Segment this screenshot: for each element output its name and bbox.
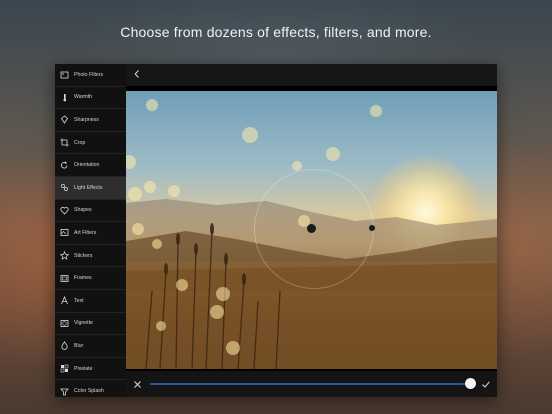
sidebar-item-frames[interactable]: Frames: [55, 267, 126, 290]
tools-sidebar: Photo Filters Warmth Sharpness Crop Orientat…: [55, 64, 126, 397]
sidebar-item-label: Crop: [74, 139, 86, 146]
light-effects-icon: [59, 183, 69, 193]
close-icon: [133, 380, 141, 388]
bokeh: [168, 185, 180, 197]
sidebar-item-label: Color Splash: [74, 388, 104, 395]
sidebar-item-label: Pixelate: [74, 365, 93, 372]
sidebar-item-text[interactable]: Text: [55, 290, 126, 313]
thermometer-icon: [59, 92, 69, 102]
art-filters-icon: [59, 228, 69, 238]
frame-icon: [59, 273, 69, 283]
diamond-icon: [59, 115, 69, 125]
bokeh: [144, 181, 156, 193]
sidebar-item-crop[interactable]: Crop: [55, 132, 126, 155]
sidebar-item-photo-filters[interactable]: Photo Filters: [55, 64, 126, 87]
top-bar: [126, 64, 497, 86]
star-icon: [59, 251, 69, 261]
light-effect-radius-handle[interactable]: [369, 225, 375, 231]
app-window: Photo Filters Warmth Sharpness Crop Orientat…: [55, 64, 497, 397]
bottom-bar: [126, 371, 497, 397]
crop-icon: [59, 138, 69, 148]
bokeh: [128, 187, 142, 201]
checkmark-icon: [482, 380, 490, 388]
bokeh: [226, 341, 240, 355]
drop-icon: [59, 341, 69, 351]
headline: Choose from dozens of effects, filters, …: [120, 24, 432, 40]
bokeh: [146, 99, 158, 111]
confirm-button[interactable]: [478, 376, 494, 392]
sidebar-item-vignette[interactable]: Vignette: [55, 313, 126, 336]
back-button[interactable]: [130, 67, 144, 81]
sidebar-item-sharpness[interactable]: Sharpness: [55, 109, 126, 132]
close-button[interactable]: [129, 376, 145, 392]
bokeh: [210, 305, 224, 319]
sidebar-item-label: Text: [74, 297, 84, 304]
sidebar-item-label: Warmth: [74, 94, 92, 101]
photo-filters-icon: [59, 70, 69, 80]
sidebar-item-color-splash[interactable]: Color Splash: [55, 380, 126, 397]
sidebar-item-stickers[interactable]: Stickers: [55, 245, 126, 268]
bokeh: [152, 239, 162, 249]
sidebar-item-label: Stickers: [74, 252, 93, 259]
sidebar-item-orientation[interactable]: Orientation: [55, 154, 126, 177]
sidebar-item-pixelate[interactable]: Pixelate: [55, 358, 126, 381]
sidebar-item-blur[interactable]: Blur: [55, 335, 126, 358]
color-splash-icon: [59, 386, 69, 396]
chevron-left-icon: [134, 70, 139, 78]
pixelate-icon: [59, 364, 69, 374]
bokeh: [216, 287, 230, 301]
sidebar-item-label: Light Effects: [74, 184, 103, 191]
sidebar-item-label: Photo Filters: [74, 71, 104, 78]
sidebar-item-label: Shapes: [74, 207, 92, 214]
bokeh: [242, 127, 258, 143]
sidebar-item-label: Orientation: [74, 162, 100, 169]
vignette-icon: [59, 318, 69, 328]
sidebar-item-art-filters[interactable]: Art Filters: [55, 222, 126, 245]
intensity-slider-track[interactable]: [150, 383, 470, 385]
sidebar-item-label: Art Filters: [74, 229, 97, 236]
photo-canvas[interactable]: [126, 91, 497, 369]
bokeh: [176, 279, 188, 291]
sidebar-item-label: Frames: [74, 275, 92, 282]
heart-icon: [59, 205, 69, 215]
sidebar-item-label: Sharpness: [74, 116, 99, 123]
light-effect-center-handle[interactable]: [307, 224, 316, 233]
sidebar-item-label: Vignette: [74, 320, 93, 327]
intensity-slider-thumb[interactable]: [464, 378, 476, 389]
sidebar-item-warmth[interactable]: Warmth: [55, 87, 126, 110]
bokeh: [326, 147, 340, 161]
rotate-icon: [59, 160, 69, 170]
sidebar-item-label: Blur: [74, 342, 84, 349]
sidebar-item-light-effects[interactable]: Light Effects: [55, 176, 126, 200]
sidebar-item-shapes[interactable]: Shapes: [55, 200, 126, 223]
bokeh: [156, 321, 166, 331]
bokeh: [132, 223, 144, 235]
text-icon: [59, 296, 69, 306]
bokeh: [370, 105, 382, 117]
